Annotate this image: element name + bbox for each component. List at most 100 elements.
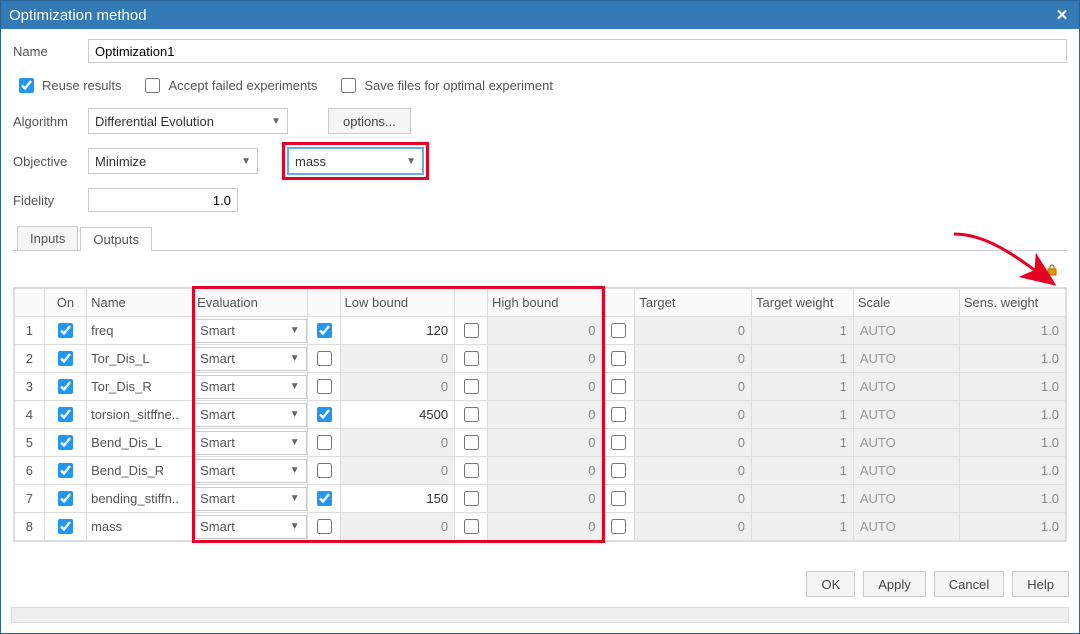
name-input[interactable] (88, 39, 1067, 63)
row-high-enable-checkbox[interactable] (464, 491, 479, 506)
row-on-checkbox[interactable] (58, 351, 73, 366)
row-evaluation-select[interactable]: Smart ▼ (193, 487, 307, 511)
row-on-checkbox[interactable] (58, 519, 73, 534)
accept-failed-checkbox[interactable] (145, 78, 160, 93)
row-sens-weight: 1.0 (959, 345, 1065, 373)
tab-inputs[interactable]: Inputs (17, 226, 78, 250)
row-high-enable-cell (455, 429, 488, 457)
accept-failed-label: Accept failed experiments (168, 78, 317, 93)
row-low-bound: 0 (340, 457, 455, 485)
settings-checks-row: Reuse results Accept failed experiments … (13, 75, 1067, 96)
row-low-enable-checkbox[interactable] (317, 463, 332, 478)
row-low-bound[interactable]: 150 (340, 485, 455, 513)
row-evaluation-select[interactable]: Smart ▼ (193, 347, 307, 371)
row-low-enable-checkbox[interactable] (317, 519, 332, 534)
help-button[interactable]: Help (1012, 571, 1069, 597)
row-evaluation-value: Smart (200, 463, 235, 478)
row-high-bound: 0 (487, 345, 602, 373)
row-high-enable-checkbox[interactable] (464, 379, 479, 394)
row-on-checkbox[interactable] (58, 407, 73, 422)
row-target: 0 (635, 513, 752, 541)
row-target-enable-cell (602, 345, 635, 373)
row-on-checkbox[interactable] (58, 379, 73, 394)
reuse-results-checkbox[interactable] (19, 78, 34, 93)
row-target: 0 (635, 485, 752, 513)
row-on-checkbox[interactable] (58, 323, 73, 338)
algorithm-select[interactable]: Differential Evolution ▼ (88, 108, 288, 134)
row-evaluation-select[interactable]: Smart ▼ (193, 375, 307, 399)
row-low-enable-checkbox[interactable] (317, 323, 332, 338)
row-high-enable-checkbox[interactable] (464, 435, 479, 450)
row-evaluation-select[interactable]: Smart ▼ (193, 403, 307, 427)
row-high-enable-checkbox[interactable] (464, 407, 479, 422)
row-low-enable-checkbox[interactable] (317, 491, 332, 506)
row-scale: AUTO (853, 513, 959, 541)
row-evaluation-select[interactable]: Smart ▼ (193, 459, 307, 483)
column-name: Name (87, 289, 193, 317)
ok-button[interactable]: OK (806, 571, 855, 597)
row-high-enable-cell (455, 485, 488, 513)
row-high-enable-checkbox[interactable] (464, 351, 479, 366)
row-index: 3 (15, 373, 45, 401)
lock-icon[interactable] (1045, 263, 1059, 277)
column-high-bound: High bound (487, 289, 602, 317)
row-target-enable-checkbox[interactable] (611, 435, 626, 450)
row-target-enable-checkbox[interactable] (611, 351, 626, 366)
row-evaluation-select[interactable]: Smart ▼ (193, 319, 307, 343)
row-high-enable-checkbox[interactable] (464, 519, 479, 534)
row-low-bound: 0 (340, 345, 455, 373)
row-low-enable-checkbox[interactable] (317, 407, 332, 422)
row-target-enable-checkbox[interactable] (611, 519, 626, 534)
row-eval-cell: Smart ▼ (193, 457, 308, 485)
row-low-enable-checkbox[interactable] (317, 435, 332, 450)
row-target-enable-checkbox[interactable] (611, 491, 626, 506)
row-on-checkbox[interactable] (58, 491, 73, 506)
row-target-enable-checkbox[interactable] (611, 407, 626, 422)
row-high-enable-checkbox[interactable] (464, 463, 479, 478)
column-low-bound: Low bound (340, 289, 455, 317)
row-evaluation-select[interactable]: Smart ▼ (193, 431, 307, 455)
row-on-cell (44, 457, 86, 485)
optimization-method-window: Optimization method ✕ Name Reuse results… (0, 0, 1080, 634)
row-name: torsion_sitffne.. (87, 401, 193, 429)
row-target-weight: 1 (752, 317, 854, 345)
row-target-weight: 1 (752, 513, 854, 541)
table-row: 1 freq Smart ▼ 120 0 0 1 AUTO 1.0 (15, 317, 1066, 345)
row-low-bound[interactable]: 4500 (340, 401, 455, 429)
row-scale: AUTO (853, 345, 959, 373)
fidelity-input[interactable] (88, 188, 238, 212)
row-target-weight: 1 (752, 457, 854, 485)
algorithm-options-button[interactable]: options... (328, 108, 411, 134)
row-target-enable-checkbox[interactable] (611, 463, 626, 478)
row-index: 4 (15, 401, 45, 429)
chevron-down-icon: ▼ (290, 353, 300, 364)
save-optimal-checkbox[interactable] (341, 78, 356, 93)
titlebar: Optimization method ✕ (1, 1, 1079, 29)
row-evaluation-value: Smart (200, 323, 235, 338)
row-on-cell (44, 485, 86, 513)
row-scale: AUTO (853, 317, 959, 345)
outputs-table-wrapper: On Name Evaluation Low bound High bound … (13, 287, 1067, 542)
row-target-enable-checkbox[interactable] (611, 379, 626, 394)
row-low-bound[interactable]: 120 (340, 317, 455, 345)
row-target-enable-cell (602, 513, 635, 541)
row-name: Bend_Dis_R (87, 457, 193, 485)
row-low-enable-checkbox[interactable] (317, 379, 332, 394)
tab-outputs[interactable]: Outputs (80, 227, 152, 251)
objective-type-select[interactable]: Minimize ▼ (88, 148, 258, 174)
row-high-enable-checkbox[interactable] (464, 323, 479, 338)
row-on-checkbox[interactable] (58, 435, 73, 450)
content-area: Name Reuse results Accept failed experim… (1, 29, 1079, 561)
row-low-enable-checkbox[interactable] (317, 351, 332, 366)
close-icon[interactable]: ✕ (1053, 6, 1071, 24)
objective-target-select[interactable]: mass ▼ (288, 148, 423, 174)
apply-button[interactable]: Apply (863, 571, 926, 597)
row-low-enable-cell (307, 429, 340, 457)
row-sens-weight: 1.0 (959, 401, 1065, 429)
row-evaluation-select[interactable]: Smart ▼ (193, 515, 307, 539)
row-scale: AUTO (853, 401, 959, 429)
column-high-enable (455, 289, 488, 317)
row-on-checkbox[interactable] (58, 463, 73, 478)
row-target-enable-checkbox[interactable] (611, 323, 626, 338)
cancel-button[interactable]: Cancel (934, 571, 1004, 597)
